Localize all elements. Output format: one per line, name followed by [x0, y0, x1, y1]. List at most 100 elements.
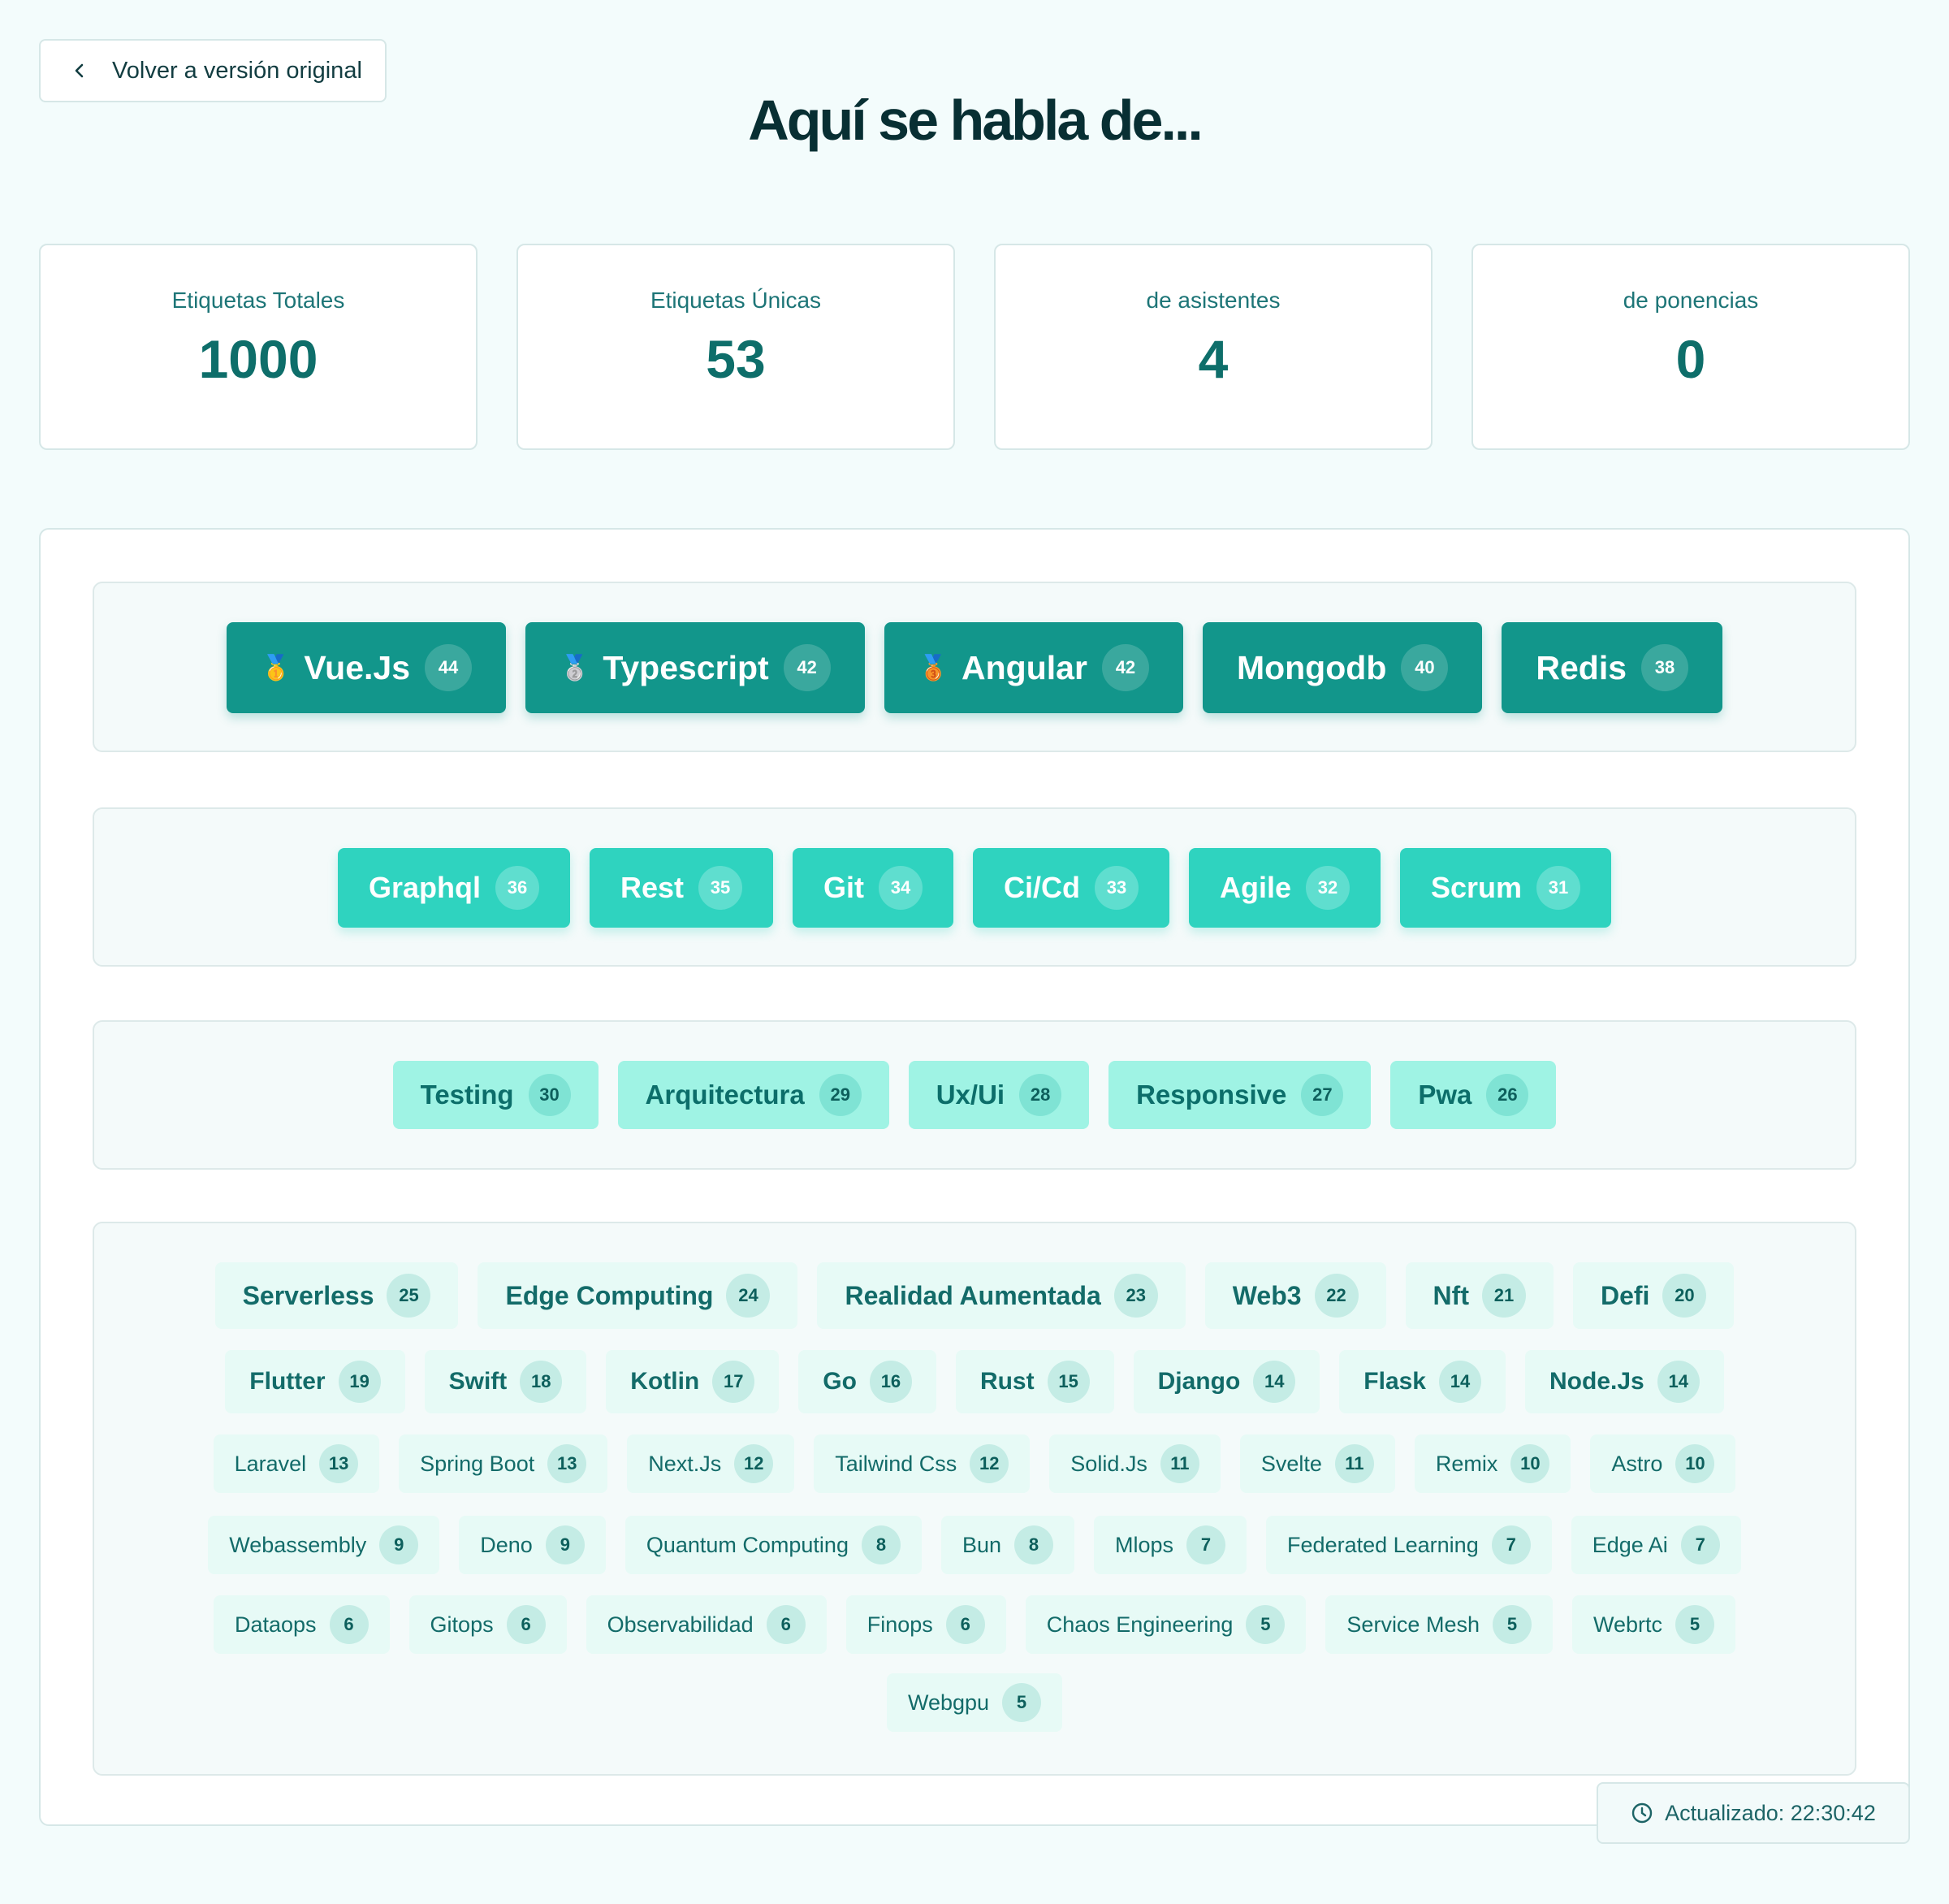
tag-label: Git [823, 871, 864, 904]
stat-label: de asistentes [1146, 288, 1281, 313]
stat-card-attendees: de asistentes 4 [994, 244, 1433, 450]
tag-chip[interactable]: Realidad Aumentada 23 [817, 1262, 1186, 1329]
tag-chip[interactable]: Mlops 7 [1094, 1516, 1247, 1574]
tag-label: Web3 [1232, 1280, 1302, 1310]
tag-label: Solid.Js [1070, 1451, 1147, 1476]
tag-label: Dataops [234, 1612, 317, 1637]
tag-chip[interactable]: Spring Boot 13 [399, 1434, 608, 1493]
stat-card-total-tags: Etiquetas Totales 1000 [39, 244, 478, 450]
tag-label: Mongodb [1236, 648, 1387, 686]
tag-count-badge: 11 [1334, 1444, 1374, 1483]
tier-rest-tags: Serverless 25 Edge Computing 24 Realidad Aum… [93, 1222, 1856, 1776]
tag-label: Gitops [430, 1612, 494, 1637]
tag-chip[interactable]: Testing 30 [392, 1061, 599, 1129]
tag-count-badge: 13 [547, 1444, 587, 1483]
tag-chip[interactable]: Edge Ai 7 [1571, 1516, 1741, 1574]
tag-chip[interactable]: Swift 18 [424, 1350, 587, 1413]
tag-chip[interactable]: Edge Computing 24 [478, 1262, 798, 1329]
tag-count-badge: 8 [861, 1525, 901, 1564]
tag-chip[interactable]: Dataops 6 [213, 1595, 390, 1654]
tag-chip[interactable]: Observabilidad 6 [586, 1595, 827, 1654]
tag-label: Testing [420, 1080, 514, 1110]
tag-row: Graphql 36 Rest 35 Git 34 Ci/Cd 33 Agile 32 Scrum 3… [94, 848, 1855, 928]
tag-chip[interactable]: Redis 38 [1502, 622, 1723, 713]
stat-value: 0 [1675, 329, 1706, 389]
tag-chip[interactable]: Deno 9 [459, 1516, 606, 1574]
tag-chip[interactable]: Tailwind Css 12 [814, 1434, 1031, 1493]
tag-chip[interactable]: Astro 10 [1590, 1434, 1736, 1493]
tag-chip[interactable]: Finops 6 [845, 1595, 1006, 1654]
tag-row: 🥇 Vue.Js 44 🥈 Typescript 42 🥉 Angular 42 Mongodb 4… [94, 622, 1855, 713]
tag-chip[interactable]: Webassembly 9 [208, 1516, 440, 1574]
tag-label: Pwa [1418, 1080, 1472, 1110]
tag-count-badge: 5 [1492, 1605, 1532, 1644]
medal-icon: 🥇 [260, 654, 292, 682]
tag-label: Quantum Computing [646, 1532, 849, 1557]
tag-chip[interactable]: Quantum Computing 8 [624, 1516, 922, 1574]
tag-chip[interactable]: Bun 8 [940, 1516, 1075, 1574]
clock-icon [1631, 1802, 1653, 1824]
stat-label: Etiquetas Totales [171, 288, 345, 313]
tag-count-badge: 35 [698, 866, 742, 910]
tag-chip[interactable]: 🥉 Angular 42 [884, 622, 1183, 713]
last-updated-indicator: Actualizado: 22:30:42 [1597, 1782, 1910, 1844]
tag-label: Vue.Js [304, 648, 410, 686]
tag-count-badge: 17 [712, 1361, 755, 1403]
tag-chip[interactable]: Serverless 25 [214, 1262, 459, 1329]
tag-label: Laravel [234, 1451, 307, 1476]
tag-chip[interactable]: Go 16 [798, 1350, 936, 1413]
tag-count-badge: 36 [495, 866, 539, 910]
tag-chip[interactable]: Ci/Cd 33 [972, 848, 1169, 928]
tag-chip[interactable]: Node.Js 14 [1525, 1350, 1724, 1413]
tag-chip[interactable]: Defi 20 [1572, 1262, 1735, 1329]
tag-chip[interactable]: Nft 21 [1405, 1262, 1554, 1329]
tag-count-badge: 29 [819, 1074, 862, 1116]
tag-chip[interactable]: Kotlin 17 [606, 1350, 780, 1413]
stat-card-talks: de ponencias 0 [1471, 244, 1910, 450]
tag-label: Rest [620, 871, 684, 904]
tag-label: Serverless [242, 1280, 374, 1310]
tag-count-badge: 13 [319, 1444, 359, 1483]
tag-chip[interactable]: Arquitectura 29 [617, 1061, 889, 1129]
tag-chip[interactable]: Webrtc 5 [1571, 1595, 1736, 1654]
tag-chip[interactable]: Scrum 31 [1400, 848, 1612, 928]
tag-count-badge: 8 [1014, 1525, 1054, 1564]
tag-chip[interactable]: Remix 10 [1414, 1434, 1571, 1493]
tag-chip[interactable]: Next.Js 12 [627, 1434, 795, 1493]
tag-chip[interactable]: Laravel 13 [213, 1434, 380, 1493]
tag-chip[interactable]: Gitops 6 [408, 1595, 567, 1654]
stat-value: 4 [1198, 329, 1229, 389]
tag-label: Mlops [1115, 1532, 1174, 1557]
tag-chip[interactable]: Svelte 11 [1239, 1434, 1395, 1493]
tag-chip[interactable]: Solid.Js 11 [1049, 1434, 1221, 1493]
tag-label: Defi [1600, 1280, 1650, 1310]
tag-chip[interactable]: 🥈 Typescript 42 [525, 622, 865, 713]
tag-chip[interactable]: Graphql 36 [337, 848, 570, 928]
tag-row: Webassembly 9 Deno 9 Quantum Computing 8 Bun 8 M… [94, 1516, 1855, 1574]
tag-label: Node.Js [1549, 1368, 1644, 1395]
tag-chip[interactable]: Ux/Ui 28 [908, 1061, 1090, 1129]
tag-chip[interactable]: Federated Learning 7 [1266, 1516, 1552, 1574]
tag-chip[interactable]: Rust 15 [955, 1350, 1114, 1413]
tag-chip[interactable]: Django 14 [1133, 1350, 1320, 1413]
tag-chip[interactable]: Mongodb 40 [1202, 622, 1483, 713]
tag-chip[interactable]: Service Mesh 5 [1325, 1595, 1553, 1654]
tag-count-badge: 40 [1401, 644, 1449, 691]
tag-chip[interactable]: Agile 32 [1188, 848, 1381, 928]
tag-chip[interactable]: Flask 14 [1339, 1350, 1506, 1413]
tag-chip[interactable]: Web3 22 [1204, 1262, 1386, 1329]
tag-label: Ci/Cd [1003, 871, 1080, 904]
tag-chip[interactable]: Pwa 26 [1390, 1061, 1557, 1129]
tag-label: Swift [448, 1368, 508, 1395]
tag-label: Webrtc [1592, 1612, 1663, 1637]
tag-chip[interactable]: Rest 35 [589, 848, 773, 928]
tag-chip[interactable]: Git 34 [792, 848, 953, 928]
tag-chip[interactable]: Webgpu 5 [886, 1673, 1063, 1732]
tag-chip[interactable]: Flutter 19 [225, 1350, 405, 1413]
tag-chip[interactable]: Responsive 27 [1108, 1061, 1372, 1129]
tag-chip[interactable]: 🥇 Vue.Js 44 [226, 622, 506, 713]
tag-count-badge: 14 [1253, 1361, 1296, 1403]
tag-chip[interactable]: Chaos Engineering 5 [1025, 1595, 1307, 1654]
tag-label: Agile [1219, 871, 1291, 904]
tag-label: Typescript [603, 648, 769, 686]
